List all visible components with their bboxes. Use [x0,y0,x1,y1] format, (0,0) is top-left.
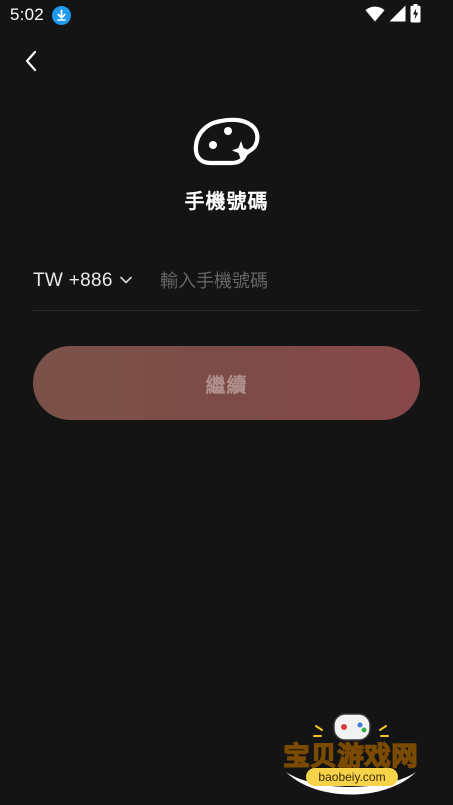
country-code-selector[interactable]: TW +886 [33,268,133,294]
battery-charging-icon [410,4,421,28]
chevron-down-icon [119,272,133,290]
status-icons [365,4,421,28]
page-title: 手機號碼 [184,191,269,213]
status-bar: 5:02 [0,0,453,32]
continue-button[interactable]: 繼續 [33,346,420,420]
chevron-left-icon [24,50,38,77]
phone-number-input[interactable] [160,266,415,296]
phone-input-row: TW +886 [33,258,420,311]
watermark-logo: 宝贝游戏网 baobeiy.com [276,706,426,802]
country-code-label: TW +886 [33,270,113,291]
status-time: 5:02 [10,5,44,24]
palette-logo-icon [191,113,263,169]
download-icon [52,6,71,25]
watermark-url: baobeiy.com [306,768,398,786]
back-button[interactable] [14,46,48,80]
cell-signal-icon [389,5,406,27]
wifi-icon [365,6,385,27]
phone-login-screen: 5:02 手機號碼 TW +886 輸入手機號碼 繼續 宝贝游戏网 baobei… [0,0,453,805]
